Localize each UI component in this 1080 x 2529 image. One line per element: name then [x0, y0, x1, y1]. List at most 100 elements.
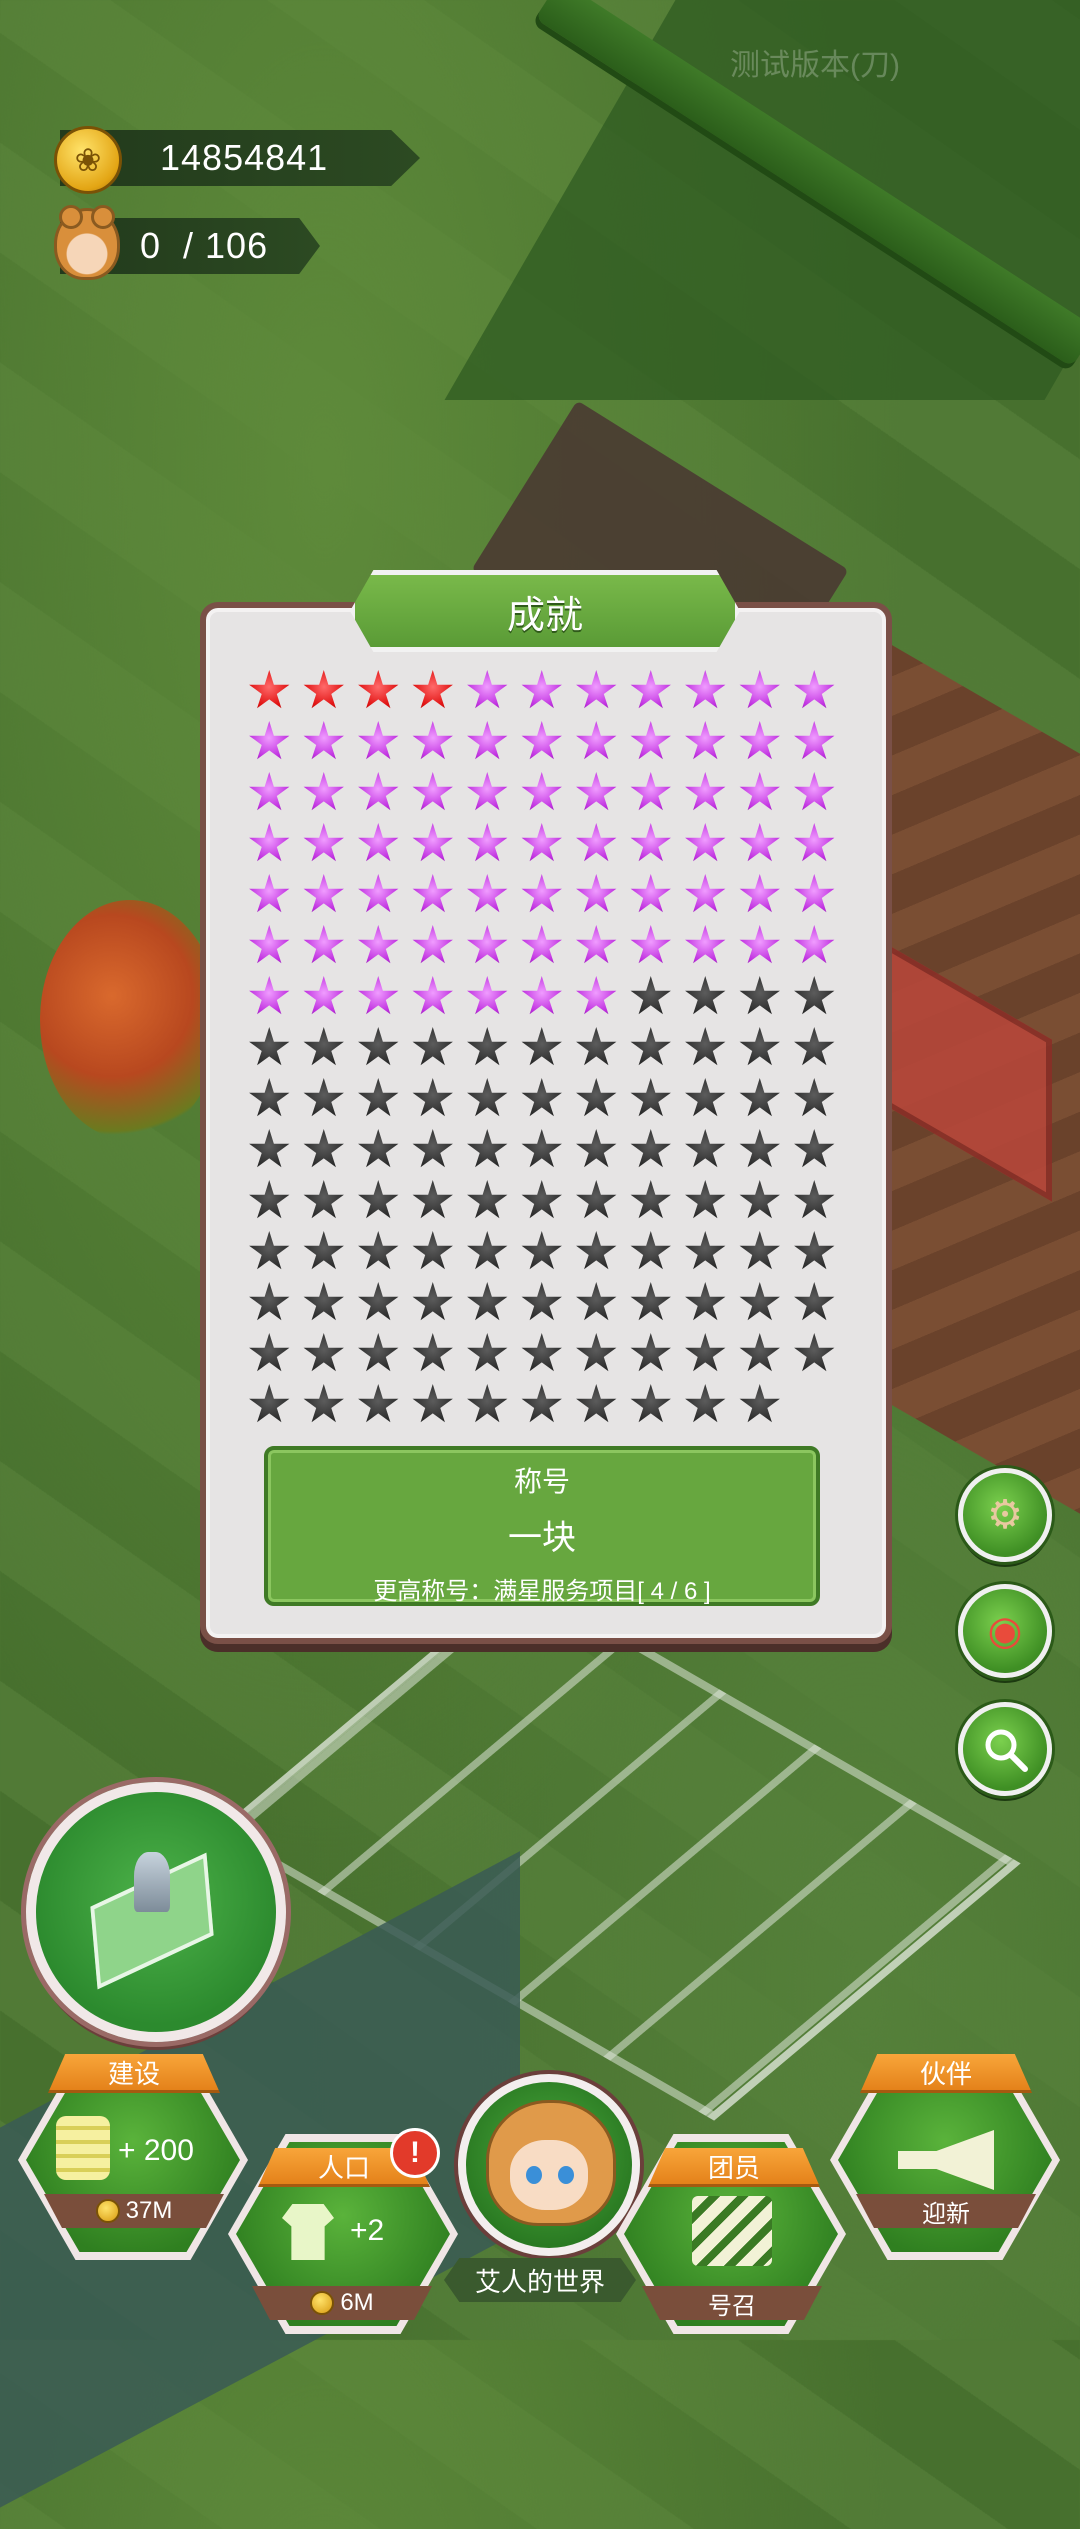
dark-star-icon — [303, 1078, 344, 1117]
build-mode-button[interactable] — [26, 1782, 286, 2042]
dark-star-icon — [412, 1078, 453, 1117]
dark-star-icon — [794, 976, 835, 1015]
dark-star-icon — [739, 1129, 780, 1168]
dark-star-icon — [521, 1180, 562, 1219]
dark-star-icon — [630, 1282, 671, 1321]
player-avatar[interactable] — [458, 2074, 640, 2256]
screenshot-button[interactable]: ◉ — [958, 1584, 1052, 1678]
purple-star-icon — [249, 721, 290, 760]
purple-star-icon — [467, 670, 508, 709]
purple-star-icon — [685, 772, 726, 811]
purple-star-icon — [521, 772, 562, 811]
gear-icon: ⚙ — [987, 1493, 1023, 1537]
purple-star-icon — [249, 925, 290, 964]
search-button[interactable] — [958, 1702, 1052, 1796]
purple-star-icon — [576, 670, 617, 709]
population-value: +2 — [350, 2214, 385, 2247]
dark-star-icon — [794, 1027, 835, 1066]
dark-star-icon — [358, 1384, 399, 1423]
partner-action: 迎新 — [856, 2194, 1036, 2228]
purple-star-icon — [303, 823, 344, 862]
purple-star-icon — [303, 721, 344, 760]
dark-star-icon — [739, 1078, 780, 1117]
population-cost: 6M — [252, 2286, 432, 2320]
dark-star-icon — [739, 1333, 780, 1372]
purple-star-icon — [467, 976, 508, 1015]
dark-star-icon — [576, 1129, 617, 1168]
dark-star-icon — [630, 1231, 671, 1270]
dark-star-icon — [358, 1180, 399, 1219]
purple-star-icon — [630, 823, 671, 862]
dark-star-icon — [685, 1384, 726, 1423]
purple-star-icon — [467, 823, 508, 862]
dark-star-icon — [794, 1180, 835, 1219]
dark-star-icon — [685, 1333, 726, 1372]
dark-star-icon — [467, 1333, 508, 1372]
dark-star-icon — [303, 1129, 344, 1168]
purple-star-icon — [303, 772, 344, 811]
dark-star-icon — [685, 1027, 726, 1066]
dark-star-icon — [249, 1180, 290, 1219]
dark-star-icon — [685, 976, 726, 1015]
red-star-icon — [303, 670, 344, 709]
population-max: / 106 — [183, 225, 269, 266]
dark-star-icon — [249, 1231, 290, 1270]
dark-star-icon — [794, 1129, 835, 1168]
purple-star-icon — [303, 874, 344, 913]
dark-star-icon — [303, 1282, 344, 1321]
achievement-star-grid — [242, 668, 842, 1426]
purple-star-icon — [249, 823, 290, 862]
purple-star-icon — [630, 670, 671, 709]
paw-coin-icon: ❀ — [54, 126, 122, 194]
dark-star-icon — [576, 1282, 617, 1321]
purple-star-icon — [358, 721, 399, 760]
purple-star-icon — [412, 823, 453, 862]
purple-star-icon — [521, 976, 562, 1015]
coin-stack-icon — [56, 2116, 110, 2180]
dark-star-icon — [521, 1078, 562, 1117]
dark-star-icon — [521, 1384, 562, 1423]
dark-star-icon — [739, 1282, 780, 1321]
dark-star-icon — [630, 1384, 671, 1423]
dark-star-icon — [794, 1282, 835, 1321]
purple-star-icon — [739, 670, 780, 709]
dark-star-icon — [303, 1384, 344, 1423]
dark-star-icon — [303, 1333, 344, 1372]
red-star-icon — [412, 670, 453, 709]
dark-star-icon — [412, 1027, 453, 1066]
dark-star-icon — [685, 1282, 726, 1321]
settings-button[interactable]: ⚙ — [958, 1468, 1052, 1562]
purple-star-icon — [249, 976, 290, 1015]
dark-star-icon — [521, 1129, 562, 1168]
purple-star-icon — [630, 874, 671, 913]
purple-star-icon — [794, 721, 835, 760]
coin-icon — [95, 2199, 120, 2223]
purple-star-icon — [412, 925, 453, 964]
purple-star-icon — [794, 874, 835, 913]
purple-star-icon — [685, 670, 726, 709]
next-rank-progress: 更高称号：满星服务项目[ 4 / 6 ] — [373, 1578, 711, 1605]
dark-star-icon — [303, 1180, 344, 1219]
purple-star-icon — [630, 772, 671, 811]
dark-star-icon — [685, 1129, 726, 1168]
dark-star-icon — [358, 1282, 399, 1321]
purple-star-icon — [521, 925, 562, 964]
purple-star-icon — [412, 721, 453, 760]
purple-star-icon — [521, 874, 562, 913]
dark-star-icon — [412, 1129, 453, 1168]
dark-star-icon — [249, 1027, 290, 1066]
purple-star-icon — [358, 772, 399, 811]
purple-star-icon — [412, 772, 453, 811]
dark-star-icon — [467, 1078, 508, 1117]
dark-star-icon — [576, 1027, 617, 1066]
purple-star-icon — [794, 823, 835, 862]
dark-star-icon — [521, 1282, 562, 1321]
dark-star-icon — [576, 1333, 617, 1372]
achievement-title: 成就 — [350, 570, 740, 652]
build-tag: 建设 — [48, 2054, 220, 2093]
dark-star-icon — [521, 1027, 562, 1066]
dark-star-icon — [249, 1384, 290, 1423]
population-current: 0 — [140, 225, 162, 266]
dark-star-icon — [467, 1282, 508, 1321]
build-value: + 200 — [118, 2134, 194, 2167]
